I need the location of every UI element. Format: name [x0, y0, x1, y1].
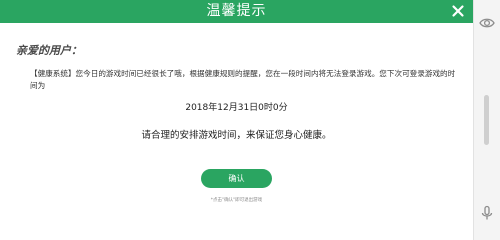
- close-icon: [452, 5, 464, 17]
- side-toolbar: [473, 0, 500, 240]
- notice-text: 【健康系统】您今日的游戏时间已经很长了哦，根据健康规则的提醒，您在一段时间内将无…: [30, 69, 456, 90]
- microphone-icon: [481, 205, 493, 220]
- dialog-titlebar: 温馨提示: [0, 0, 473, 23]
- scrollbar-thumb[interactable]: [484, 95, 489, 145]
- advice-text: 请合理的安排游戏时间，来保证您身心健康。: [141, 130, 332, 141]
- confirm-button[interactable]: 确认: [201, 169, 272, 188]
- unlock-time: 2018年12月31日0时0分: [185, 103, 288, 113]
- exit-hint: *点击"确认"即可退出游戏: [210, 198, 263, 203]
- eye-button[interactable]: [478, 14, 496, 32]
- page: 温馨提示 亲爱的用户： 【健康系统】您今日的游戏时间已经很长了哦，根据健康规则的…: [0, 0, 500, 240]
- health-notice-dialog: 温馨提示 亲爱的用户： 【健康系统】您今日的游戏时间已经很长了哦，根据健康规则的…: [0, 0, 473, 240]
- close-button[interactable]: [450, 3, 466, 19]
- dialog-title: 温馨提示: [206, 3, 267, 19]
- greeting-text: 亲爱的用户：: [16, 44, 82, 57]
- eye-icon: [479, 18, 495, 28]
- microphone-button[interactable]: [478, 204, 496, 222]
